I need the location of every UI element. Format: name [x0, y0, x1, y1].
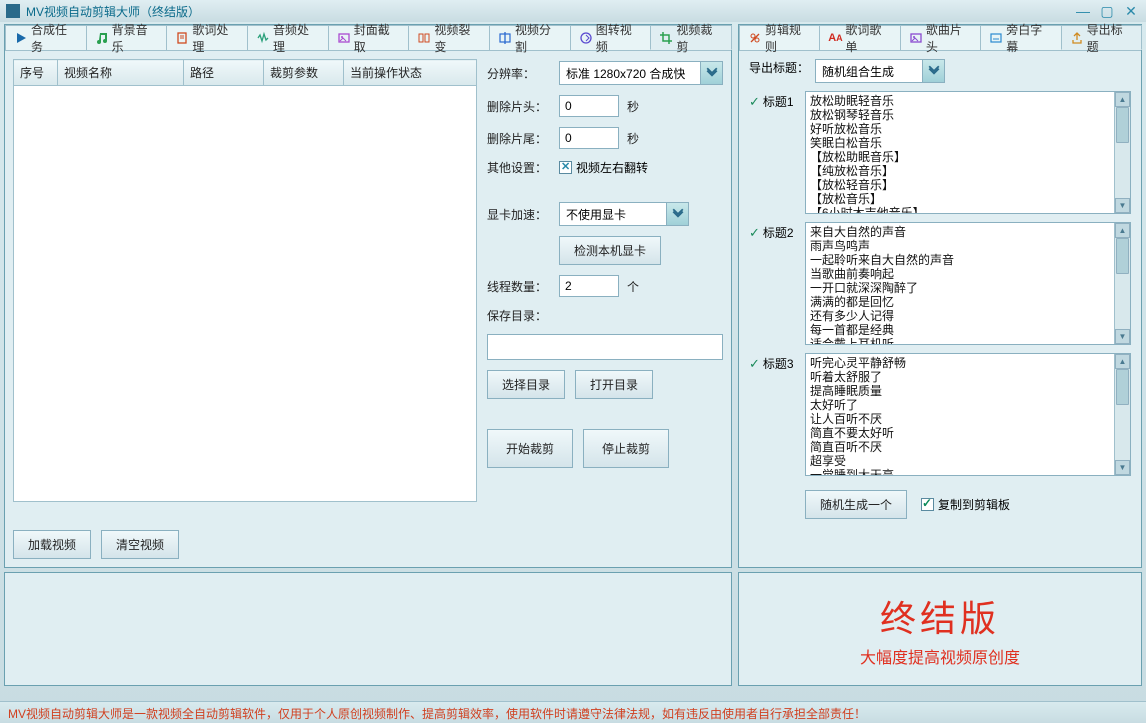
- tab-导出标题[interactable]: 导出标题: [1061, 25, 1142, 50]
- copy-to-clipboard-checkbox[interactable]: 复制到剪辑板: [921, 490, 1010, 519]
- maximize-button[interactable]: ▢: [1098, 3, 1116, 20]
- scrollbar[interactable]: ▲▼: [1114, 354, 1130, 475]
- resolution-label: 分辨率：: [487, 65, 551, 82]
- trim-tail-input[interactable]: [559, 127, 619, 149]
- tab-封面截取[interactable]: 封面截取: [328, 25, 410, 50]
- tab-歌词歌单[interactable]: AA歌词歌单: [819, 25, 900, 50]
- column-header[interactable]: 路径: [184, 60, 264, 86]
- tab-视频分割[interactable]: 视频分割: [489, 25, 571, 50]
- split-icon: [417, 31, 431, 45]
- tab-视频裂变[interactable]: 视频裂变: [408, 25, 490, 50]
- tab-剪辑规则[interactable]: 剪辑规则: [739, 25, 820, 50]
- music-icon: [95, 31, 109, 45]
- close-button[interactable]: ✕: [1122, 3, 1140, 20]
- image-icon: [337, 31, 351, 45]
- tab-音频处理[interactable]: 音频处理: [247, 25, 329, 50]
- left-tabs: 合成任务背景音乐歌词处理音频处理封面截取视频裂变视频分割图转视频视频裁剪: [5, 25, 731, 51]
- rule-icon: [748, 31, 762, 45]
- gpu-combo[interactable]: 不使用显卡: [559, 202, 689, 226]
- clear-video-button[interactable]: 清空视频: [101, 530, 179, 559]
- resolution-combo[interactable]: 标准 1280x720 合成快: [559, 61, 723, 85]
- video-table: 序号视频名称路径裁剪参数当前操作状态: [13, 59, 477, 520]
- export-icon: [1070, 31, 1084, 45]
- tab-合成任务[interactable]: 合成任务: [5, 25, 87, 50]
- export-title-combo[interactable]: 随机组合生成: [815, 59, 945, 83]
- column-header[interactable]: 序号: [14, 60, 58, 86]
- trim-head-input[interactable]: [559, 95, 619, 117]
- app-icon: [6, 4, 20, 18]
- title-listbox-1[interactable]: 放松助眠轻音乐 放松钢琴轻音乐 好听放松音乐 笑眠白松音乐 【放松助眠音乐】 【…: [805, 91, 1131, 214]
- random-generate-button[interactable]: 随机生成一个: [805, 490, 907, 519]
- cut-icon: [498, 31, 512, 45]
- scroll-up-icon[interactable]: ▲: [1115, 92, 1130, 107]
- title-listbox-3[interactable]: 听完心灵平静舒畅 听着太舒服了 提高睡眠质量 太好听了 让人百听不厌 简直不要太…: [805, 353, 1131, 476]
- choose-dir-button[interactable]: 选择目录: [487, 370, 565, 399]
- start-crop-button[interactable]: 开始裁剪: [487, 429, 573, 468]
- image-icon: [909, 31, 923, 45]
- scroll-down-icon[interactable]: ▼: [1115, 198, 1130, 213]
- tab-歌词处理[interactable]: 歌词处理: [166, 25, 248, 50]
- column-header[interactable]: 当前操作状态: [344, 60, 477, 86]
- column-header[interactable]: 裁剪参数: [264, 60, 344, 86]
- crop-icon: [659, 31, 673, 45]
- table-body[interactable]: [13, 86, 477, 502]
- tab-歌曲片头[interactable]: 歌曲片头: [900, 25, 981, 50]
- log-panel: [4, 572, 732, 686]
- Aa-icon: AA: [828, 31, 842, 45]
- chevron-down-icon[interactable]: [700, 62, 722, 84]
- column-header[interactable]: 视频名称: [58, 60, 184, 86]
- promo-title: 终结版: [880, 590, 1000, 642]
- right-panel: 剪辑规则AA歌词歌单歌曲片头旁白字幕导出标题 导出标题： 随机组合生成 ✓标题1…: [738, 24, 1142, 568]
- tab-视频裁剪[interactable]: 视频裁剪: [650, 25, 732, 50]
- export-title-label: 导出标题：: [749, 59, 809, 76]
- tab-背景音乐[interactable]: 背景音乐: [86, 25, 168, 50]
- save-dir-input[interactable]: [487, 334, 723, 360]
- promo-subtitle: 大幅度提高视频原创度: [860, 644, 1020, 668]
- play-icon: [14, 31, 28, 45]
- right-tabs: 剪辑规则AA歌词歌单歌曲片头旁白字幕导出标题: [739, 25, 1141, 51]
- trim-head-label: 删除片头：: [487, 98, 551, 115]
- tab-图转视频[interactable]: 图转视频: [570, 25, 652, 50]
- title-group-label[interactable]: ✓标题3: [749, 353, 799, 372]
- left-panel: 合成任务背景音乐歌词处理音频处理封面截取视频裂变视频分割图转视频视频裁剪 序号视…: [4, 24, 732, 568]
- stop-crop-button[interactable]: 停止裁剪: [583, 429, 669, 468]
- threads-label: 线程数量：: [487, 278, 551, 295]
- detect-gpu-button[interactable]: 检测本机显卡: [559, 236, 661, 265]
- title-group-label[interactable]: ✓标题1: [749, 91, 799, 110]
- load-video-button[interactable]: 加载视频: [13, 530, 91, 559]
- titlebar: MV视频自动剪辑大师（终结版） — ▢ ✕: [0, 0, 1146, 22]
- chevron-down-icon[interactable]: [922, 60, 944, 82]
- statusbar: MV视频自动剪辑大师是一款视频全自动剪辑软件，仅用于个人原创视频制作、提高剪辑效…: [0, 701, 1146, 723]
- promo-panel: 终结版 大幅度提高视频原创度: [738, 572, 1142, 686]
- open-dir-button[interactable]: 打开目录: [575, 370, 653, 399]
- other-settings-label: 其他设置：: [487, 159, 551, 176]
- scroll-up-icon[interactable]: ▲: [1115, 354, 1130, 369]
- chevron-down-icon[interactable]: [666, 203, 688, 225]
- title-listbox-2[interactable]: 来自大自然的声音 雨声鸟鸣声 一起聆听来自大自然的声音 当歌曲前奏响起 一开口就…: [805, 222, 1131, 345]
- scroll-up-icon[interactable]: ▲: [1115, 223, 1130, 238]
- threads-input[interactable]: [559, 275, 619, 297]
- title-group-label[interactable]: ✓标题2: [749, 222, 799, 241]
- save-dir-label: 保存目录：: [487, 307, 551, 324]
- flip-horizontal-checkbox[interactable]: 视频左右翻转: [559, 159, 648, 176]
- window-title: MV视频自动剪辑大师（终结版）: [26, 3, 1074, 20]
- minimize-button[interactable]: —: [1074, 3, 1092, 20]
- convert-icon: [579, 31, 593, 45]
- scroll-down-icon[interactable]: ▼: [1115, 460, 1130, 475]
- subtitle-icon: [989, 31, 1003, 45]
- trim-tail-label: 删除片尾：: [487, 130, 551, 147]
- scroll-down-icon[interactable]: ▼: [1115, 329, 1130, 344]
- gpu-label: 显卡加速：: [487, 206, 551, 223]
- wave-icon: [256, 31, 270, 45]
- doc-icon: [175, 31, 189, 45]
- scrollbar[interactable]: ▲▼: [1114, 223, 1130, 344]
- tab-旁白字幕[interactable]: 旁白字幕: [980, 25, 1061, 50]
- scrollbar[interactable]: ▲▼: [1114, 92, 1130, 213]
